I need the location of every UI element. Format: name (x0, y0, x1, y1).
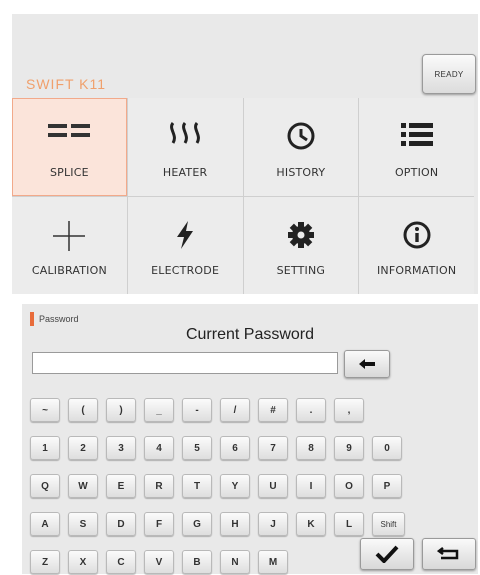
info-icon (402, 220, 432, 255)
key-char[interactable]: E (106, 474, 136, 498)
gear-icon (286, 220, 316, 255)
key-shift[interactable]: Shift (372, 512, 405, 536)
key-char[interactable]: - (182, 398, 212, 422)
key-char[interactable]: T (182, 474, 212, 498)
key-char[interactable]: F (144, 512, 174, 536)
tile-splice[interactable]: SPLICE (12, 98, 127, 196)
tile-label: CALIBRATION (31, 264, 107, 277)
heater-icon (165, 121, 205, 152)
key-char[interactable]: ~ (30, 398, 60, 422)
key-char[interactable]: / (220, 398, 250, 422)
key-char[interactable]: M (258, 550, 288, 574)
lightning-icon (174, 220, 196, 255)
password-title: Current Password (185, 326, 315, 343)
key-char[interactable]: ( (68, 398, 98, 422)
key-char[interactable]: # (258, 398, 288, 422)
key-char[interactable]: I (296, 474, 326, 498)
key-char[interactable]: Y (220, 474, 250, 498)
password-tag: Password (30, 312, 79, 326)
ready-button[interactable]: READY (422, 54, 476, 94)
key-char[interactable]: 6 (220, 436, 250, 460)
tile-label: HEATER (162, 165, 208, 179)
clock-icon (286, 121, 316, 156)
key-char[interactable]: _ (144, 398, 174, 422)
tile-history[interactable]: HISTORY (243, 98, 359, 196)
tile-label: HISTORY (276, 165, 326, 179)
return-button[interactable] (422, 538, 476, 570)
return-icon (437, 547, 459, 560)
key-char[interactable]: P (372, 474, 402, 498)
key-char[interactable]: R (144, 474, 174, 498)
key-char[interactable]: K (296, 512, 326, 536)
splice-icon (46, 121, 92, 146)
key-char[interactable]: N (220, 550, 250, 574)
key-char[interactable]: C (106, 550, 136, 574)
key-char[interactable]: ) (106, 398, 136, 422)
key-char[interactable]: J (258, 512, 288, 536)
key-char[interactable]: O (334, 474, 364, 498)
tile-option[interactable]: OPTION (359, 98, 474, 196)
password-input[interactable] (32, 352, 338, 374)
key-char[interactable]: 2 (68, 436, 98, 460)
tile-calibration[interactable]: CALIBRATION (12, 196, 127, 294)
key-char[interactable]: Z (30, 550, 60, 574)
tile-setting[interactable]: SETTING (243, 196, 359, 294)
key-char[interactable]: S (68, 512, 98, 536)
key-char[interactable]: 4 (144, 436, 174, 460)
key-char[interactable]: 0 (372, 436, 402, 460)
confirm-button[interactable] (360, 538, 414, 570)
key-char[interactable]: . (296, 398, 326, 422)
key-char[interactable]: Q (30, 474, 60, 498)
tile-label: INFORMATION (376, 264, 457, 277)
menu-grid: SPLICE HEATER HISTORY OPTION CALIBRATION… (12, 98, 474, 294)
password-panel: Password Current Password ~ () _ - / #., 1 2 3 4 5… (22, 304, 478, 574)
tile-label: OPTION (394, 165, 439, 179)
key-char[interactable]: U (258, 474, 288, 498)
tile-heater[interactable]: HEATER (127, 98, 243, 196)
backspace-arrow-icon (359, 359, 375, 369)
key-char[interactable]: V (144, 550, 174, 574)
key-char[interactable]: 3 (106, 436, 136, 460)
key-char[interactable]: G (182, 512, 212, 536)
backspace-button[interactable] (344, 350, 390, 378)
key-char[interactable]: , (334, 398, 364, 422)
tile-electrode[interactable]: ELECTRODE (127, 196, 243, 294)
key-char[interactable]: 7 (258, 436, 288, 460)
key-char[interactable]: L (334, 512, 364, 536)
list-icon (400, 121, 434, 152)
key-char[interactable]: B (182, 550, 212, 574)
key-char[interactable]: 1 (30, 436, 60, 460)
checkmark-icon (375, 545, 399, 563)
tile-label: SETTING (276, 264, 326, 277)
key-char[interactable]: 8 (296, 436, 326, 460)
key-char[interactable]: A (30, 512, 60, 536)
key-char[interactable]: X (68, 550, 98, 574)
key-char[interactable]: W (68, 474, 98, 498)
key-char[interactable]: H (220, 512, 250, 536)
main-menu-panel: READY SWIFT K11 SPLICE HEATER HISTORY OP… (12, 14, 478, 294)
tile-information[interactable]: INFORMATION (359, 196, 474, 294)
tile-label: ELECTRODE (151, 264, 220, 277)
tile-label: SPLICE (49, 165, 89, 179)
brand-title: SWIFT K11 (26, 76, 107, 92)
crosshair-icon (51, 220, 87, 257)
key-char[interactable]: 9 (334, 436, 364, 460)
key-char[interactable]: D (106, 512, 136, 536)
key-char[interactable]: 5 (182, 436, 212, 460)
